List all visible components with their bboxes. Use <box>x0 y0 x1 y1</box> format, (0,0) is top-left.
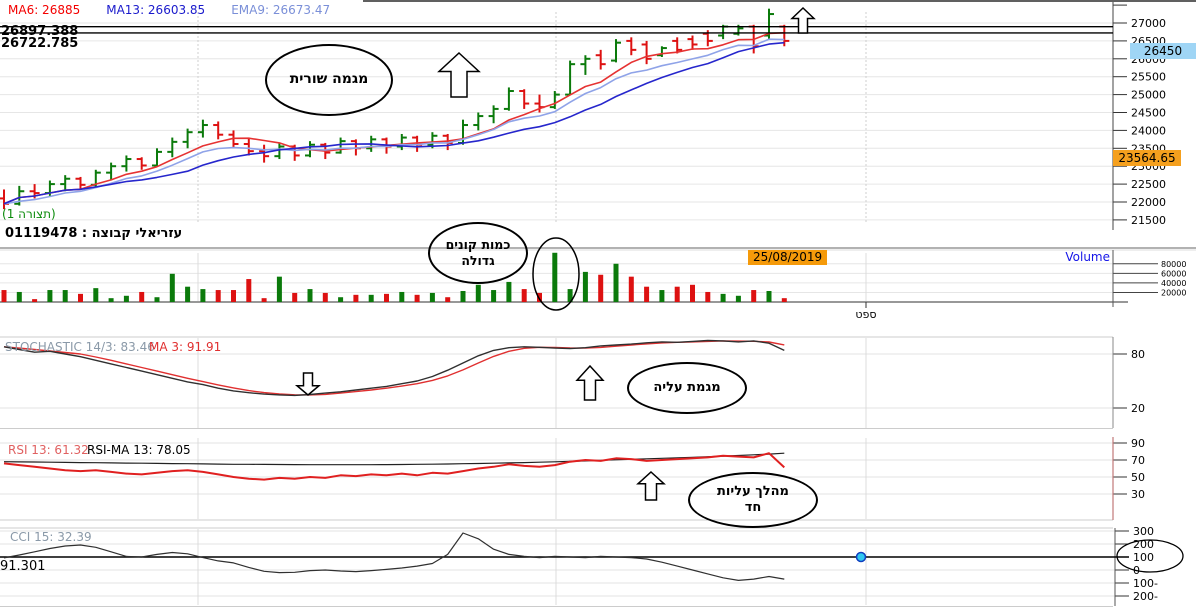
sharp-rally-annotation: מהלך עליות חד <box>688 472 818 528</box>
chart-canvas[interactable]: 2700026500260002550025000245002400023500… <box>0 0 1196 608</box>
svg-text:25500: 25500 <box>1131 71 1166 84</box>
stochastic-label: STOCHASTIC 14/3: 83.46 <box>5 341 155 354</box>
ma13-label: MA13: 26603.85 <box>106 3 205 17</box>
ma6-label: MA6: 26885 <box>8 3 80 17</box>
ma-labels-row: MA6: 26885 MA13: 26603.85 EMA9: 26673.47 <box>8 3 330 17</box>
svg-text:27000: 27000 <box>1131 17 1166 30</box>
svg-text:90: 90 <box>1131 437 1145 450</box>
svg-text:20: 20 <box>1131 402 1145 415</box>
svg-text:50: 50 <box>1131 471 1145 484</box>
svg-text:22500: 22500 <box>1131 178 1166 191</box>
svg-text:80000: 80000 <box>1161 260 1186 269</box>
price-highlight-low: 23564.65 <box>1113 150 1181 166</box>
svg-text:30: 30 <box>1131 488 1145 501</box>
trading-chart-window: 2700026500260002550025000245002400023500… <box>0 0 1196 608</box>
cci-label: CCI 15: 32.39 <box>10 531 92 544</box>
svg-text:300: 300 <box>1133 525 1154 538</box>
volume-axis-title: Volume <box>1040 251 1110 264</box>
bullish-trend-annotation: מגמה שורית <box>265 44 393 116</box>
config-label: (תצורה 1) <box>2 208 56 221</box>
stochastic-ma-label: MA 3: 91.91 <box>149 341 221 354</box>
svg-text:25000: 25000 <box>1131 89 1166 102</box>
svg-text:21500: 21500 <box>1131 214 1166 227</box>
symbol-label: עזריאלי קבוצה : 01119478 <box>5 227 182 241</box>
svg-text:200-: 200- <box>1133 590 1158 603</box>
uptrend-annotation: מגמת עליה <box>627 362 747 414</box>
cci-value-label: 91.301 <box>0 560 46 574</box>
svg-text:24500: 24500 <box>1131 107 1166 120</box>
svg-text:40000: 40000 <box>1161 279 1186 288</box>
svg-text:60000: 60000 <box>1161 269 1186 278</box>
buyers-annotation: כמות קונים גדולה <box>428 222 528 284</box>
svg-text:100: 100 <box>1133 551 1154 564</box>
price-highlight-current: 26450 <box>1130 43 1196 59</box>
rsi-ma-label: RSI-MA 13: 78.05 <box>87 444 191 457</box>
svg-text:24000: 24000 <box>1131 124 1166 137</box>
svg-text:22000: 22000 <box>1131 196 1166 209</box>
rsi-label: RSI 13: 61.32 <box>8 444 89 457</box>
svg-text:20000: 20000 <box>1161 288 1186 297</box>
date-label: 25/08/2019 <box>748 250 827 265</box>
resistance-line-label-lower: 26722.785 <box>1 37 78 51</box>
svg-text:80: 80 <box>1131 348 1145 361</box>
svg-text:100-: 100- <box>1133 577 1158 590</box>
ema9-label: EMA9: 26673.47 <box>231 3 330 17</box>
month-tick-label: ספט <box>851 309 881 321</box>
svg-text:70: 70 <box>1131 454 1145 467</box>
